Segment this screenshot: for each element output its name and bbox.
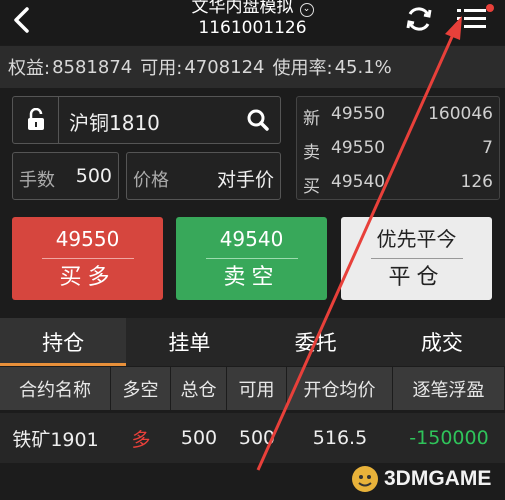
top-bar: 文华内盘模拟 ⌄ 1161001126 bbox=[0, 0, 505, 45]
sell-label: 卖空 bbox=[223, 265, 280, 290]
buy-price: 49550 bbox=[55, 227, 120, 251]
contract-selector[interactable]: 沪铜1810 bbox=[12, 96, 281, 144]
column-header: 合约名称 bbox=[0, 367, 111, 410]
quote-volume: 126 bbox=[460, 172, 493, 192]
lock-icon bbox=[27, 108, 44, 130]
account-summary: 权益: 8581874 可用: 4708124 使用率: 45.1% bbox=[0, 46, 505, 88]
search-icon[interactable] bbox=[246, 108, 270, 132]
divider bbox=[205, 258, 298, 259]
tab-pending-orders[interactable]: 挂单 bbox=[126, 318, 252, 366]
quote-price: 49550 bbox=[331, 138, 386, 158]
quote-row-bid: 买 49540 126 bbox=[303, 169, 493, 197]
price-label: 价格 bbox=[133, 170, 169, 191]
position-pnl: -150000 bbox=[409, 427, 489, 449]
watermark-text: 3DMGAME bbox=[384, 467, 492, 490]
quantity-value[interactable]: 500 bbox=[76, 165, 112, 187]
tab-positions[interactable]: 持仓 bbox=[0, 318, 127, 366]
account-number: 1161001126 bbox=[198, 18, 307, 38]
column-header: 总仓 bbox=[171, 367, 227, 410]
position-contract: 铁矿1901 bbox=[12, 428, 99, 451]
contract-name: 沪铜1810 bbox=[69, 111, 160, 135]
position-available: 500 bbox=[238, 427, 276, 449]
notification-dot bbox=[486, 4, 494, 12]
quote-row-last: 新 49550 160046 bbox=[303, 101, 493, 129]
refresh-button[interactable] bbox=[400, 1, 438, 37]
equity-label: 权益: bbox=[8, 58, 51, 79]
table-row[interactable]: 铁矿1901 多 500 500 516.5 -150000 bbox=[0, 413, 505, 463]
tab-trades[interactable]: 成交 bbox=[379, 318, 505, 366]
equity-value: 8581874 bbox=[52, 56, 133, 78]
quantity-label: 手数 bbox=[19, 170, 55, 191]
price-value[interactable]: 对手价 bbox=[217, 165, 274, 192]
available-value: 4708124 bbox=[184, 56, 265, 78]
usage-value: 45.1% bbox=[334, 56, 392, 78]
position-side: 多 bbox=[131, 428, 151, 451]
tab-orders[interactable]: 委托 bbox=[253, 318, 379, 366]
positions-table-header: 合约名称 多空 总仓 可用 开仓均价 逐笔浮盈 bbox=[0, 367, 505, 410]
position-total: 500 bbox=[180, 427, 218, 449]
close-label: 平仓 bbox=[388, 265, 445, 290]
quote-label: 买 bbox=[303, 177, 320, 197]
back-button[interactable] bbox=[4, 2, 40, 38]
divider bbox=[41, 258, 134, 259]
quote-price: 49540 bbox=[331, 172, 386, 192]
refresh-icon bbox=[406, 7, 432, 31]
sell-price: 49540 bbox=[219, 227, 284, 251]
buy-label: 买多 bbox=[59, 265, 116, 290]
quote-label: 新 bbox=[303, 109, 320, 129]
quote-volume: 160046 bbox=[428, 104, 493, 124]
sell-short-button[interactable]: 49540 卖空 bbox=[176, 217, 327, 300]
position-avg-price: 516.5 bbox=[312, 427, 368, 449]
available-label: 可用: bbox=[140, 58, 183, 79]
quote-price: 49550 bbox=[331, 104, 386, 124]
account-name: 文华内盘模拟 bbox=[191, 0, 294, 17]
column-header: 逐笔浮盈 bbox=[393, 367, 505, 410]
watermark-logo-icon bbox=[352, 466, 378, 492]
menu-list-icon bbox=[457, 9, 486, 28]
lock-button[interactable] bbox=[13, 97, 59, 143]
buy-long-button[interactable]: 49550 买多 bbox=[12, 217, 163, 300]
close-position-button[interactable]: 优先平今 平仓 bbox=[341, 217, 492, 300]
tab-bar: 持仓 挂单 委托 成交 bbox=[0, 318, 505, 366]
price-field[interactable]: 价格 对手价 bbox=[126, 152, 281, 200]
dropdown-icon: ⌄ bbox=[299, 3, 314, 17]
chevron-left-icon bbox=[14, 7, 29, 33]
watermark: 3DMGAME bbox=[350, 464, 491, 494]
quote-label: 卖 bbox=[303, 143, 320, 163]
column-header: 开仓均价 bbox=[287, 367, 393, 410]
quantity-field[interactable]: 手数 500 bbox=[12, 152, 119, 200]
column-header: 多空 bbox=[111, 367, 171, 410]
quote-volume: 7 bbox=[482, 138, 493, 158]
close-priority-label: 优先平今 bbox=[376, 227, 457, 251]
account-title[interactable]: 文华内盘模拟 ⌄ 1161001126 bbox=[150, 0, 355, 39]
column-header: 可用 bbox=[227, 367, 287, 410]
quote-row-ask: 卖 49550 7 bbox=[303, 135, 493, 163]
quote-panel: 新 49550 160046 卖 49550 7 买 49540 126 bbox=[296, 96, 500, 200]
divider bbox=[370, 258, 463, 259]
usage-label: 使用率: bbox=[272, 58, 333, 79]
